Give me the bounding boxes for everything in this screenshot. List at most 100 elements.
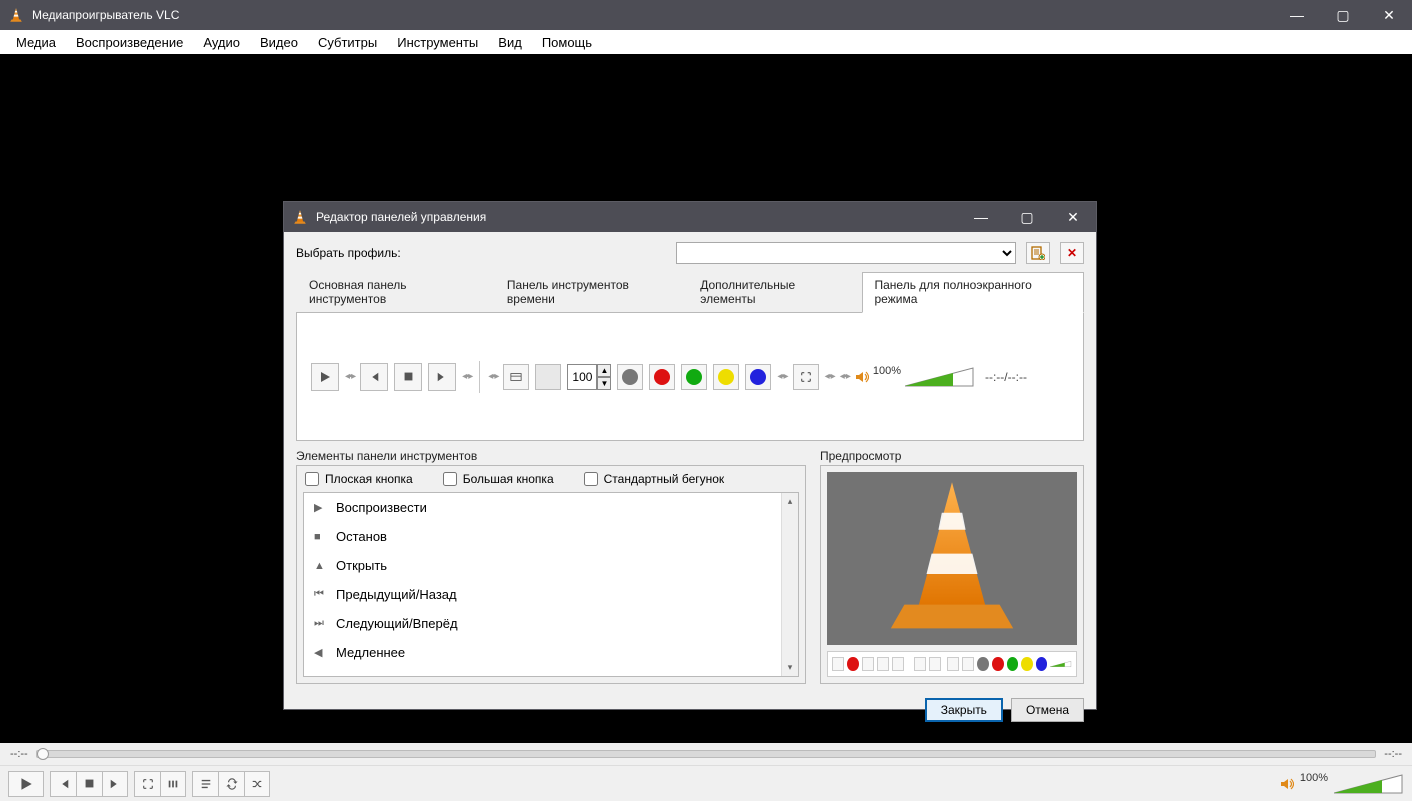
- tabs: Основная панель инструментов Панель инст…: [296, 272, 1084, 313]
- dialog-maximize-button[interactable]: ▢: [1004, 202, 1050, 232]
- loop-button[interactable]: [218, 771, 244, 797]
- next-button[interactable]: [102, 771, 128, 797]
- menu-view[interactable]: Вид: [488, 33, 532, 52]
- record-green-button[interactable]: [681, 364, 707, 390]
- mini-btn: [892, 657, 904, 671]
- volume-slider[interactable]: [1334, 773, 1404, 795]
- scrollbar[interactable]: ▴▾: [781, 493, 798, 676]
- checkbox-slider[interactable]: Стандартный бегунок: [584, 472, 725, 486]
- preview-controls: [827, 651, 1077, 677]
- drag-handle-icon[interactable]: ◂▪▪▸: [488, 371, 497, 382]
- elements-list[interactable]: ▶Воспроизвести ■Останов ▲Открыть ⏮Предыд…: [303, 492, 799, 677]
- dialog-cancel-btn[interactable]: Отмена: [1011, 698, 1084, 722]
- record-blue-button[interactable]: [745, 364, 771, 390]
- preview-group-label: Предпросмотр: [820, 449, 1084, 463]
- tb-slider-placeholder[interactable]: [535, 364, 561, 390]
- tb-spinner-input[interactable]: [567, 364, 597, 390]
- tb-play-button[interactable]: [311, 363, 339, 391]
- main-controls: 100%: [0, 765, 1412, 801]
- maximize-button[interactable]: ▢: [1320, 0, 1366, 30]
- play-icon: ▶: [314, 501, 326, 514]
- stop-button[interactable]: [76, 771, 102, 797]
- tb-volume[interactable]: 100%: [855, 365, 975, 389]
- checkbox-flat[interactable]: Плоская кнопка: [305, 472, 413, 486]
- fullscreen-button[interactable]: [134, 771, 160, 797]
- drag-handle-icon[interactable]: ◂▪▪▸: [825, 371, 834, 382]
- menu-video[interactable]: Видео: [250, 33, 308, 52]
- drag-handle-icon[interactable]: ◂▪▪▸: [777, 371, 786, 382]
- close-button[interactable]: ✕: [1366, 0, 1412, 30]
- tb-fullscreen-button[interactable]: [793, 364, 819, 390]
- mini-btn: [862, 657, 874, 671]
- prev-button[interactable]: [50, 771, 76, 797]
- prev-icon: ⏮: [314, 588, 326, 601]
- list-item: ⏮Предыдущий/Назад: [304, 580, 798, 609]
- menu-help[interactable]: Помощь: [532, 33, 602, 52]
- speaker-icon[interactable]: [1280, 777, 1294, 791]
- checkbox-big[interactable]: Большая кнопка: [443, 472, 554, 486]
- mini-dot-icon: [977, 657, 989, 671]
- tb-volume-percent: 100%: [873, 365, 901, 377]
- vlc-icon: [8, 7, 24, 23]
- preview-panel: [820, 465, 1084, 684]
- tb-spinner[interactable]: ▲▼: [567, 364, 611, 390]
- record-gray-button[interactable]: [617, 364, 643, 390]
- list-item: ■Останов: [304, 522, 798, 551]
- tb-defullscreen-button[interactable]: [503, 364, 529, 390]
- tab-time-toolbar[interactable]: Панель инструментов времени: [494, 272, 687, 312]
- minimize-button[interactable]: —: [1274, 0, 1320, 30]
- mini-dot-icon: [1036, 657, 1048, 671]
- time-elapsed: --:--: [10, 748, 28, 760]
- mini-dot-icon: [1021, 657, 1033, 671]
- slower-icon: ◀: [314, 646, 326, 659]
- stop-icon: ■: [314, 531, 326, 543]
- profile-select[interactable]: [676, 242, 1016, 264]
- shuffle-button[interactable]: [244, 771, 270, 797]
- ext-settings-button[interactable]: [160, 771, 186, 797]
- separator: [479, 361, 480, 393]
- tab-extra-elements[interactable]: Дополнительные элементы: [687, 272, 861, 312]
- menu-media[interactable]: Медиа: [6, 33, 66, 52]
- drag-handle-icon[interactable]: ◂▪▪▸: [462, 371, 471, 382]
- window-title: Медиапроигрыватель VLC: [32, 8, 179, 22]
- main-titlebar: Медиапроигрыватель VLC — ▢ ✕: [0, 0, 1412, 30]
- menu-playback[interactable]: Воспроизведение: [66, 33, 193, 52]
- drag-handle-icon[interactable]: ◂▪▪▸: [840, 371, 849, 382]
- new-profile-button[interactable]: [1026, 242, 1050, 264]
- play-button[interactable]: [8, 771, 44, 797]
- profile-row: Выбрать профиль: ✕: [296, 242, 1084, 264]
- spinner-up[interactable]: ▲: [597, 364, 611, 377]
- tb-next-button[interactable]: [428, 363, 456, 391]
- time-total: --:--: [1384, 748, 1402, 760]
- delete-profile-button[interactable]: ✕: [1060, 242, 1084, 264]
- eject-icon: ▲: [314, 560, 326, 572]
- vlc-icon: [292, 209, 308, 225]
- dialog-close-button[interactable]: ✕: [1050, 202, 1096, 232]
- dialog-titlebar: Редактор панелей управления — ▢ ✕: [284, 202, 1096, 232]
- playlist-button[interactable]: [192, 771, 218, 797]
- menu-tools[interactable]: Инструменты: [387, 33, 488, 52]
- seek-slider[interactable]: [36, 750, 1377, 758]
- mini-red-icon: [847, 657, 859, 671]
- drag-handle-icon[interactable]: ◂▪▪▸: [345, 371, 354, 382]
- tab-main-toolbar[interactable]: Основная панель инструментов: [296, 272, 494, 312]
- mini-btn: [877, 657, 889, 671]
- volume-wedge[interactable]: [905, 366, 975, 388]
- dialog-close-btn[interactable]: Закрыть: [925, 698, 1003, 722]
- volume-percent: 100%: [1300, 772, 1328, 784]
- menu-subtitles[interactable]: Субтитры: [308, 33, 387, 52]
- seek-knob[interactable]: [37, 748, 49, 760]
- preview-video: [827, 472, 1077, 645]
- dialog-minimize-button[interactable]: —: [958, 202, 1004, 232]
- record-red-button[interactable]: [649, 364, 675, 390]
- toolbar-layout-pane[interactable]: ◂▪▪▸ ◂▪▪▸ ◂▪▪▸ ▲▼: [296, 313, 1084, 441]
- record-yellow-button[interactable]: [713, 364, 739, 390]
- menu-audio[interactable]: Аудио: [193, 33, 250, 52]
- tb-stop-button[interactable]: [394, 363, 422, 391]
- spinner-down[interactable]: ▼: [597, 377, 611, 390]
- tb-prev-button[interactable]: [360, 363, 388, 391]
- vlc-cone-large-icon: [867, 472, 1037, 645]
- mini-play-icon: [832, 657, 844, 671]
- seek-bar-row: --:-- --:--: [0, 743, 1412, 765]
- tab-fullscreen-panel[interactable]: Панель для полноэкранного режима: [862, 272, 1085, 313]
